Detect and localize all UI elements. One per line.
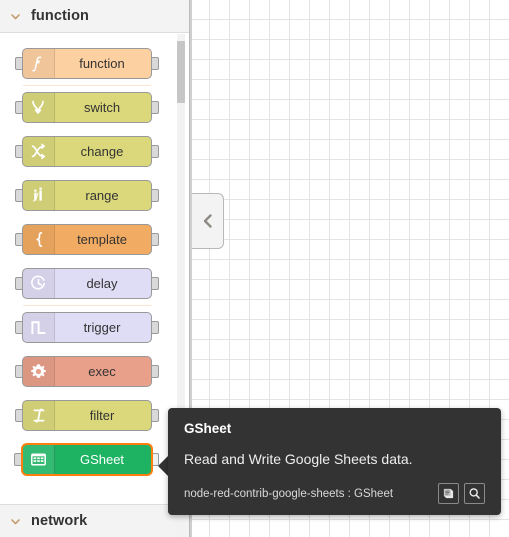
- palette-node-row: change: [0, 130, 189, 174]
- palette-node-gsheet[interactable]: GSheet: [21, 443, 153, 476]
- palette-node-trigger[interactable]: trigger: [22, 312, 152, 343]
- palette-node-label: trigger: [83, 320, 121, 335]
- range-bars-icon: [23, 181, 55, 210]
- book-docs-icon: [442, 487, 455, 500]
- tooltip-title: GSheet: [184, 421, 232, 436]
- palette-node-label: exec: [88, 364, 116, 379]
- palette-node-exec[interactable]: exec: [22, 356, 152, 387]
- delay-clock-icon: [23, 269, 55, 298]
- palette-node-list: function switch change range template de…: [0, 33, 189, 482]
- palette-node-row: template: [0, 218, 189, 262]
- palette-node-label: template: [77, 232, 127, 247]
- filter-rbe-icon: [23, 401, 55, 430]
- node-red-editor: function function switch change range te…: [0, 0, 509, 537]
- palette-node-row: function: [0, 42, 189, 86]
- palette-node-label: delay: [86, 276, 118, 291]
- palette-node-label: change: [80, 144, 124, 159]
- tooltip-footer: node-red-contrib-google-sheets : GSheet: [184, 483, 485, 504]
- palette-node-range[interactable]: range: [22, 180, 152, 211]
- search-node-button[interactable]: [464, 483, 485, 504]
- tooltip-description: Read and Write Google Sheets data.: [184, 451, 413, 467]
- palette-category-label: function: [31, 8, 89, 24]
- palette-node-row: range: [0, 174, 189, 218]
- chevron-down-icon: [9, 10, 22, 23]
- palette-node-label: range: [85, 188, 119, 203]
- function-f-icon: [23, 49, 55, 78]
- palette-node-row: trigger: [0, 306, 189, 350]
- palette-category-network[interactable]: network: [0, 504, 189, 537]
- palette-node-row: delay: [0, 262, 189, 306]
- search-icon: [468, 487, 481, 500]
- palette-node-row: switch: [0, 86, 189, 130]
- palette-node-function[interactable]: function: [22, 48, 152, 79]
- exec-gear-icon: [23, 357, 55, 386]
- palette-category-label: network: [31, 513, 88, 529]
- palette-node-label: filter: [89, 408, 115, 423]
- palette-node-switch[interactable]: switch: [22, 92, 152, 123]
- palette-node-change[interactable]: change: [22, 136, 152, 167]
- palette-node-row: exec: [0, 350, 189, 394]
- palette-category-function[interactable]: function: [0, 0, 189, 33]
- palette-node-row: filter: [0, 394, 189, 438]
- palette-node-label: GSheet: [79, 452, 125, 467]
- open-node-help-button[interactable]: [438, 483, 459, 504]
- palette-node-filter[interactable]: filter: [22, 400, 152, 431]
- chevron-down-icon: [9, 515, 22, 528]
- trigger-pulse-icon: [23, 313, 55, 342]
- palette-node-template[interactable]: template: [22, 224, 152, 255]
- chevron-left-icon: [201, 213, 215, 229]
- palette-node-label: function: [79, 56, 125, 71]
- tooltip-module-name: node-red-contrib-google-sheets : GSheet: [184, 487, 394, 500]
- spreadsheet-grid-icon: [23, 445, 55, 474]
- tooltip-actions: [438, 483, 485, 504]
- palette-scrollbar-thumb[interactable]: [177, 41, 185, 103]
- palette-collapse-handle[interactable]: [192, 193, 224, 249]
- switch-arrows-icon: [23, 93, 55, 122]
- change-swap-icon: [23, 137, 55, 166]
- palette-node-delay[interactable]: delay: [22, 268, 152, 299]
- template-brace-icon: [23, 225, 55, 254]
- palette-node-label: switch: [83, 100, 121, 115]
- node-info-tooltip: GSheet Read and Write Google Sheets data…: [168, 408, 501, 515]
